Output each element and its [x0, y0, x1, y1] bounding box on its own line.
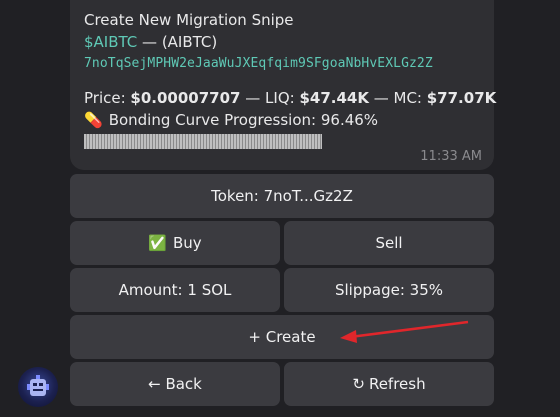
- slippage-button-label: Slippage: 35%: [334, 281, 443, 299]
- token-button[interactable]: Token: 7noT...Gz2Z: [70, 174, 494, 218]
- price-value: $0.00007707: [130, 89, 241, 107]
- token-button-label: Token: 7noT...Gz2Z: [211, 187, 353, 205]
- buy-button-label: Buy: [173, 234, 202, 252]
- message-bubble: Create New Migration Snipe $AIBTC — (AIB…: [70, 0, 496, 170]
- create-button-label: + Create: [248, 328, 316, 346]
- token-name-line: $AIBTC — (AIBTC): [84, 31, 480, 53]
- create-button[interactable]: + Create: [70, 315, 494, 359]
- liq-value: $47.44K: [299, 89, 369, 107]
- refresh-icon: ↻: [352, 375, 365, 393]
- refresh-button[interactable]: ↻ Refresh: [284, 362, 494, 406]
- liq-label: — LIQ:: [240, 89, 300, 107]
- cashtag-link[interactable]: $AIBTC: [84, 33, 137, 51]
- bonding-text: Bonding Curve Progression: 96.46%: [108, 111, 379, 129]
- message-title: Create New Migration Snipe: [84, 11, 294, 29]
- sell-button[interactable]: Sell: [284, 221, 494, 265]
- amount-button[interactable]: Amount: 1 SOL: [70, 268, 280, 312]
- bonding-line: 💊 Bonding Curve Progression: 96.46%: [84, 109, 480, 131]
- pill-icon: 💊: [84, 111, 103, 129]
- price-line: Price: $0.00007707 — LIQ: $47.44K — MC: …: [84, 87, 496, 109]
- bot-avatar[interactable]: [18, 367, 58, 407]
- mc-value: $77.07K: [426, 89, 497, 107]
- bonding-progress-bar: [84, 134, 322, 149]
- back-button[interactable]: ← Back: [70, 362, 280, 406]
- mc-label: — MC:: [368, 89, 427, 107]
- refresh-button-label: Refresh: [368, 375, 426, 393]
- buy-button[interactable]: ✅ Buy: [70, 221, 280, 265]
- amount-button-label: Amount: 1 SOL: [118, 281, 232, 299]
- robot-avatar-icon: [27, 375, 49, 396]
- message-time: 11:33 AM: [420, 149, 482, 164]
- sell-button-label: Sell: [375, 234, 403, 252]
- token-name-suffix: — (AIBTC): [137, 33, 218, 51]
- slippage-button[interactable]: Slippage: 35%: [284, 268, 494, 312]
- check-icon: ✅: [148, 234, 167, 252]
- token-address[interactable]: 7noTqSejMPHW2eJaaWuJXEqfqim9SFgoaNbHvEXL…: [84, 53, 480, 75]
- price-label: Price:: [84, 89, 131, 107]
- back-button-label: ← Back: [148, 375, 202, 393]
